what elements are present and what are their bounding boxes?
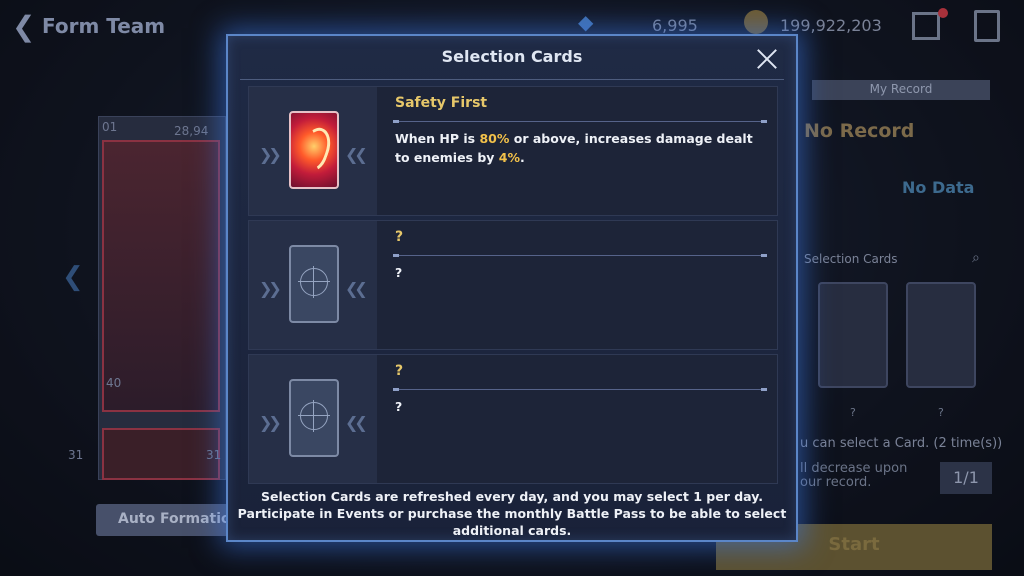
level-value: 40 xyxy=(106,376,122,390)
card-description: ? xyxy=(395,265,403,280)
select-info-text: u can select a Card. (2 time(s)) xyxy=(800,436,1003,451)
no-data-text: No Data xyxy=(902,178,975,197)
card-row[interactable]: ❯❯ ❮❮ ? ? xyxy=(248,220,778,350)
card-divider xyxy=(393,254,767,257)
card-slot[interactable] xyxy=(906,282,976,388)
chevron-left-icon: ❮❮ xyxy=(345,145,368,164)
sub-level-value: 31 xyxy=(206,448,222,462)
side-value: 31 xyxy=(68,448,84,462)
notification-dot xyxy=(938,8,948,18)
title-divider xyxy=(240,79,784,80)
card-list[interactable]: ❯❯ ❮❮ Safety First When HP is 80% or abo… xyxy=(248,86,778,488)
unknown-card-icon[interactable] xyxy=(289,245,339,323)
chevron-right-icon: ❯❯ xyxy=(259,413,282,432)
footer-line: Participate in Events or purchase the mo… xyxy=(237,506,787,521)
exit-door-icon[interactable] xyxy=(974,10,1000,42)
menu-grid-icon[interactable] xyxy=(912,12,940,40)
footer-line: additional cards. xyxy=(452,523,572,538)
card-row[interactable]: ❯❯ ❮❮ Safety First When HP is 80% or abo… xyxy=(248,86,778,216)
no-record-text: No Record xyxy=(804,120,915,142)
coin-count: 199,922,203 xyxy=(780,16,882,35)
unknown-card-icon[interactable] xyxy=(289,379,339,457)
chevron-left-icon: ❮❮ xyxy=(345,413,368,432)
selection-cards-label: Selection Cards xyxy=(804,252,898,266)
power-value: 28,94 xyxy=(174,124,209,138)
card-slot-label: ? xyxy=(938,406,944,419)
desc-text: When HP is xyxy=(395,131,480,146)
tab-my-record[interactable]: My Record xyxy=(812,80,990,100)
close-icon[interactable] xyxy=(754,46,780,72)
card-row[interactable]: ❯❯ ❮❮ ? ? xyxy=(248,354,778,484)
card-description: When HP is 80% or above, increases damag… xyxy=(395,129,765,167)
card-slot[interactable] xyxy=(818,282,888,388)
chevron-right-icon: ❯❯ xyxy=(259,145,282,164)
card-description: ? xyxy=(395,399,403,414)
selection-cards-modal: Selection Cards ❯❯ ❮❮ Safety First When … xyxy=(226,34,798,542)
decrease-info-line: our record. xyxy=(800,475,872,490)
card-name: Safety First xyxy=(395,95,488,111)
back-arrow-icon[interactable]: ❮ xyxy=(12,10,35,43)
desc-highlight: 80% xyxy=(479,131,510,146)
modal-title: Selection Cards xyxy=(441,47,583,66)
page-title: Form Team xyxy=(42,14,166,38)
desc-text: . xyxy=(520,150,525,165)
search-icon[interactable]: ⌕ xyxy=(972,250,980,266)
selection-ratio: 1/1 xyxy=(940,462,992,494)
footer-line: Selection Cards are refreshed every day,… xyxy=(261,489,763,504)
gem-icon: ◆ xyxy=(578,10,594,34)
decrease-info-line: ll decrease upon xyxy=(800,461,908,476)
chevron-left-icon[interactable]: ❮ xyxy=(62,262,84,292)
slot-number: 01 xyxy=(102,120,118,134)
auto-formation-button[interactable]: Auto Formatio xyxy=(96,504,236,536)
card-name: ? xyxy=(395,229,404,245)
safety-first-card-icon[interactable] xyxy=(289,111,339,189)
chevron-left-icon: ❮❮ xyxy=(345,279,368,298)
card-divider xyxy=(393,120,767,123)
character-card-secondary[interactable] xyxy=(102,428,220,480)
decrease-info-text: ll decrease upon our record. xyxy=(800,462,907,490)
chevron-right-icon: ❯❯ xyxy=(259,279,282,298)
card-slot-label: ? xyxy=(850,406,856,419)
card-image-area: ❯❯ ❮❮ xyxy=(249,87,377,215)
modal-footer-note: Selection Cards are refreshed every day,… xyxy=(228,488,796,539)
card-image-area: ❯❯ ❮❮ xyxy=(249,221,377,349)
character-card[interactable] xyxy=(102,140,220,412)
gem-count: 6,995 xyxy=(652,16,698,35)
card-image-area: ❯❯ ❮❮ xyxy=(249,355,377,483)
desc-highlight: 4% xyxy=(498,150,521,165)
coin-icon xyxy=(744,10,768,34)
card-divider xyxy=(393,388,767,391)
card-name: ? xyxy=(395,363,404,379)
